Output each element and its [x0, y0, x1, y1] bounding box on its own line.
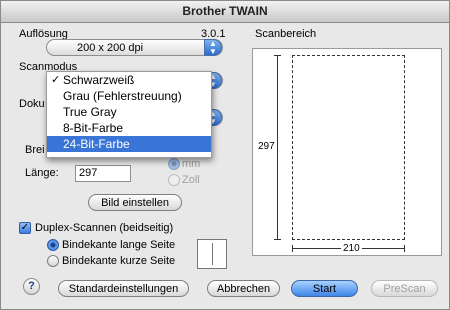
menu-item-true-gray[interactable]: True Gray	[47, 104, 211, 120]
unit-mm-label: mm	[182, 158, 201, 170]
defaults-button[interactable]: Standardeinstellungen	[58, 280, 189, 297]
menu-item-grau[interactable]: Grau (Fehlerstreuung)	[47, 88, 211, 104]
width-ruler-left-tick	[292, 245, 293, 252]
width-ruler-right-tick	[404, 245, 405, 252]
binding-short-label: Bindekante kurze Seite	[62, 255, 176, 267]
width-value: 210	[341, 243, 362, 254]
menu-item-24bit[interactable]: 24-Bit-Farbe	[47, 136, 211, 152]
width-label: Brei	[25, 144, 45, 156]
duplex-checkbox[interactable]: ✓	[19, 222, 31, 234]
help-button[interactable]: ?	[23, 278, 40, 295]
height-ruler-bottom-tick	[274, 239, 281, 240]
menu-item-schwarzweiss[interactable]: ✓ Schwarzweiß	[47, 72, 211, 88]
height-value: 297	[258, 141, 275, 152]
duplex-label: Duplex-Scannen (beidseitig)	[35, 222, 174, 234]
height-ruler	[277, 55, 278, 240]
adjust-image-button[interactable]: Bild einstellen	[88, 194, 182, 211]
unit-inch-radio[interactable]	[168, 174, 180, 186]
menu-item-8bit[interactable]: 8-Bit-Farbe	[47, 120, 211, 136]
scan-area-selection[interactable]	[292, 55, 405, 240]
checkmark-icon: ✓	[51, 74, 61, 86]
scan-mode-menu: ✓ Schwarzweiß Grau (Fehlerstreuung) True…	[46, 71, 212, 158]
binding-short-radio[interactable]	[47, 255, 59, 267]
cancel-button[interactable]: Abbrechen	[207, 280, 280, 297]
binding-long-radio[interactable]	[47, 239, 59, 251]
twain-dialog: Brother TWAIN Auflösung 3.0.1 200 x 200 …	[0, 0, 450, 310]
resolution-value: 200 x 200 dpi	[77, 42, 144, 54]
scan-area-label: Scanbereich	[255, 28, 317, 40]
window-title: Brother TWAIN	[1, 1, 449, 23]
popup-arrows-icon: ▲ ▼	[204, 39, 222, 56]
prescan-button[interactable]: PreScan	[371, 280, 438, 297]
start-button[interactable]: Start	[291, 280, 358, 297]
unit-mm-radio[interactable]	[168, 158, 180, 170]
length-input[interactable]: 297	[75, 165, 131, 182]
length-label: Länge:	[25, 167, 59, 179]
unit-inch-label: Zoll	[182, 174, 200, 186]
document-size-label: Doku	[19, 98, 45, 110]
duplex-binding-icon	[197, 239, 227, 269]
binding-long-label: Bindekante lange Seite	[62, 239, 176, 251]
resolution-select[interactable]: 200 x 200 dpi ▲ ▼	[46, 39, 223, 56]
height-ruler-top-tick	[274, 55, 281, 56]
